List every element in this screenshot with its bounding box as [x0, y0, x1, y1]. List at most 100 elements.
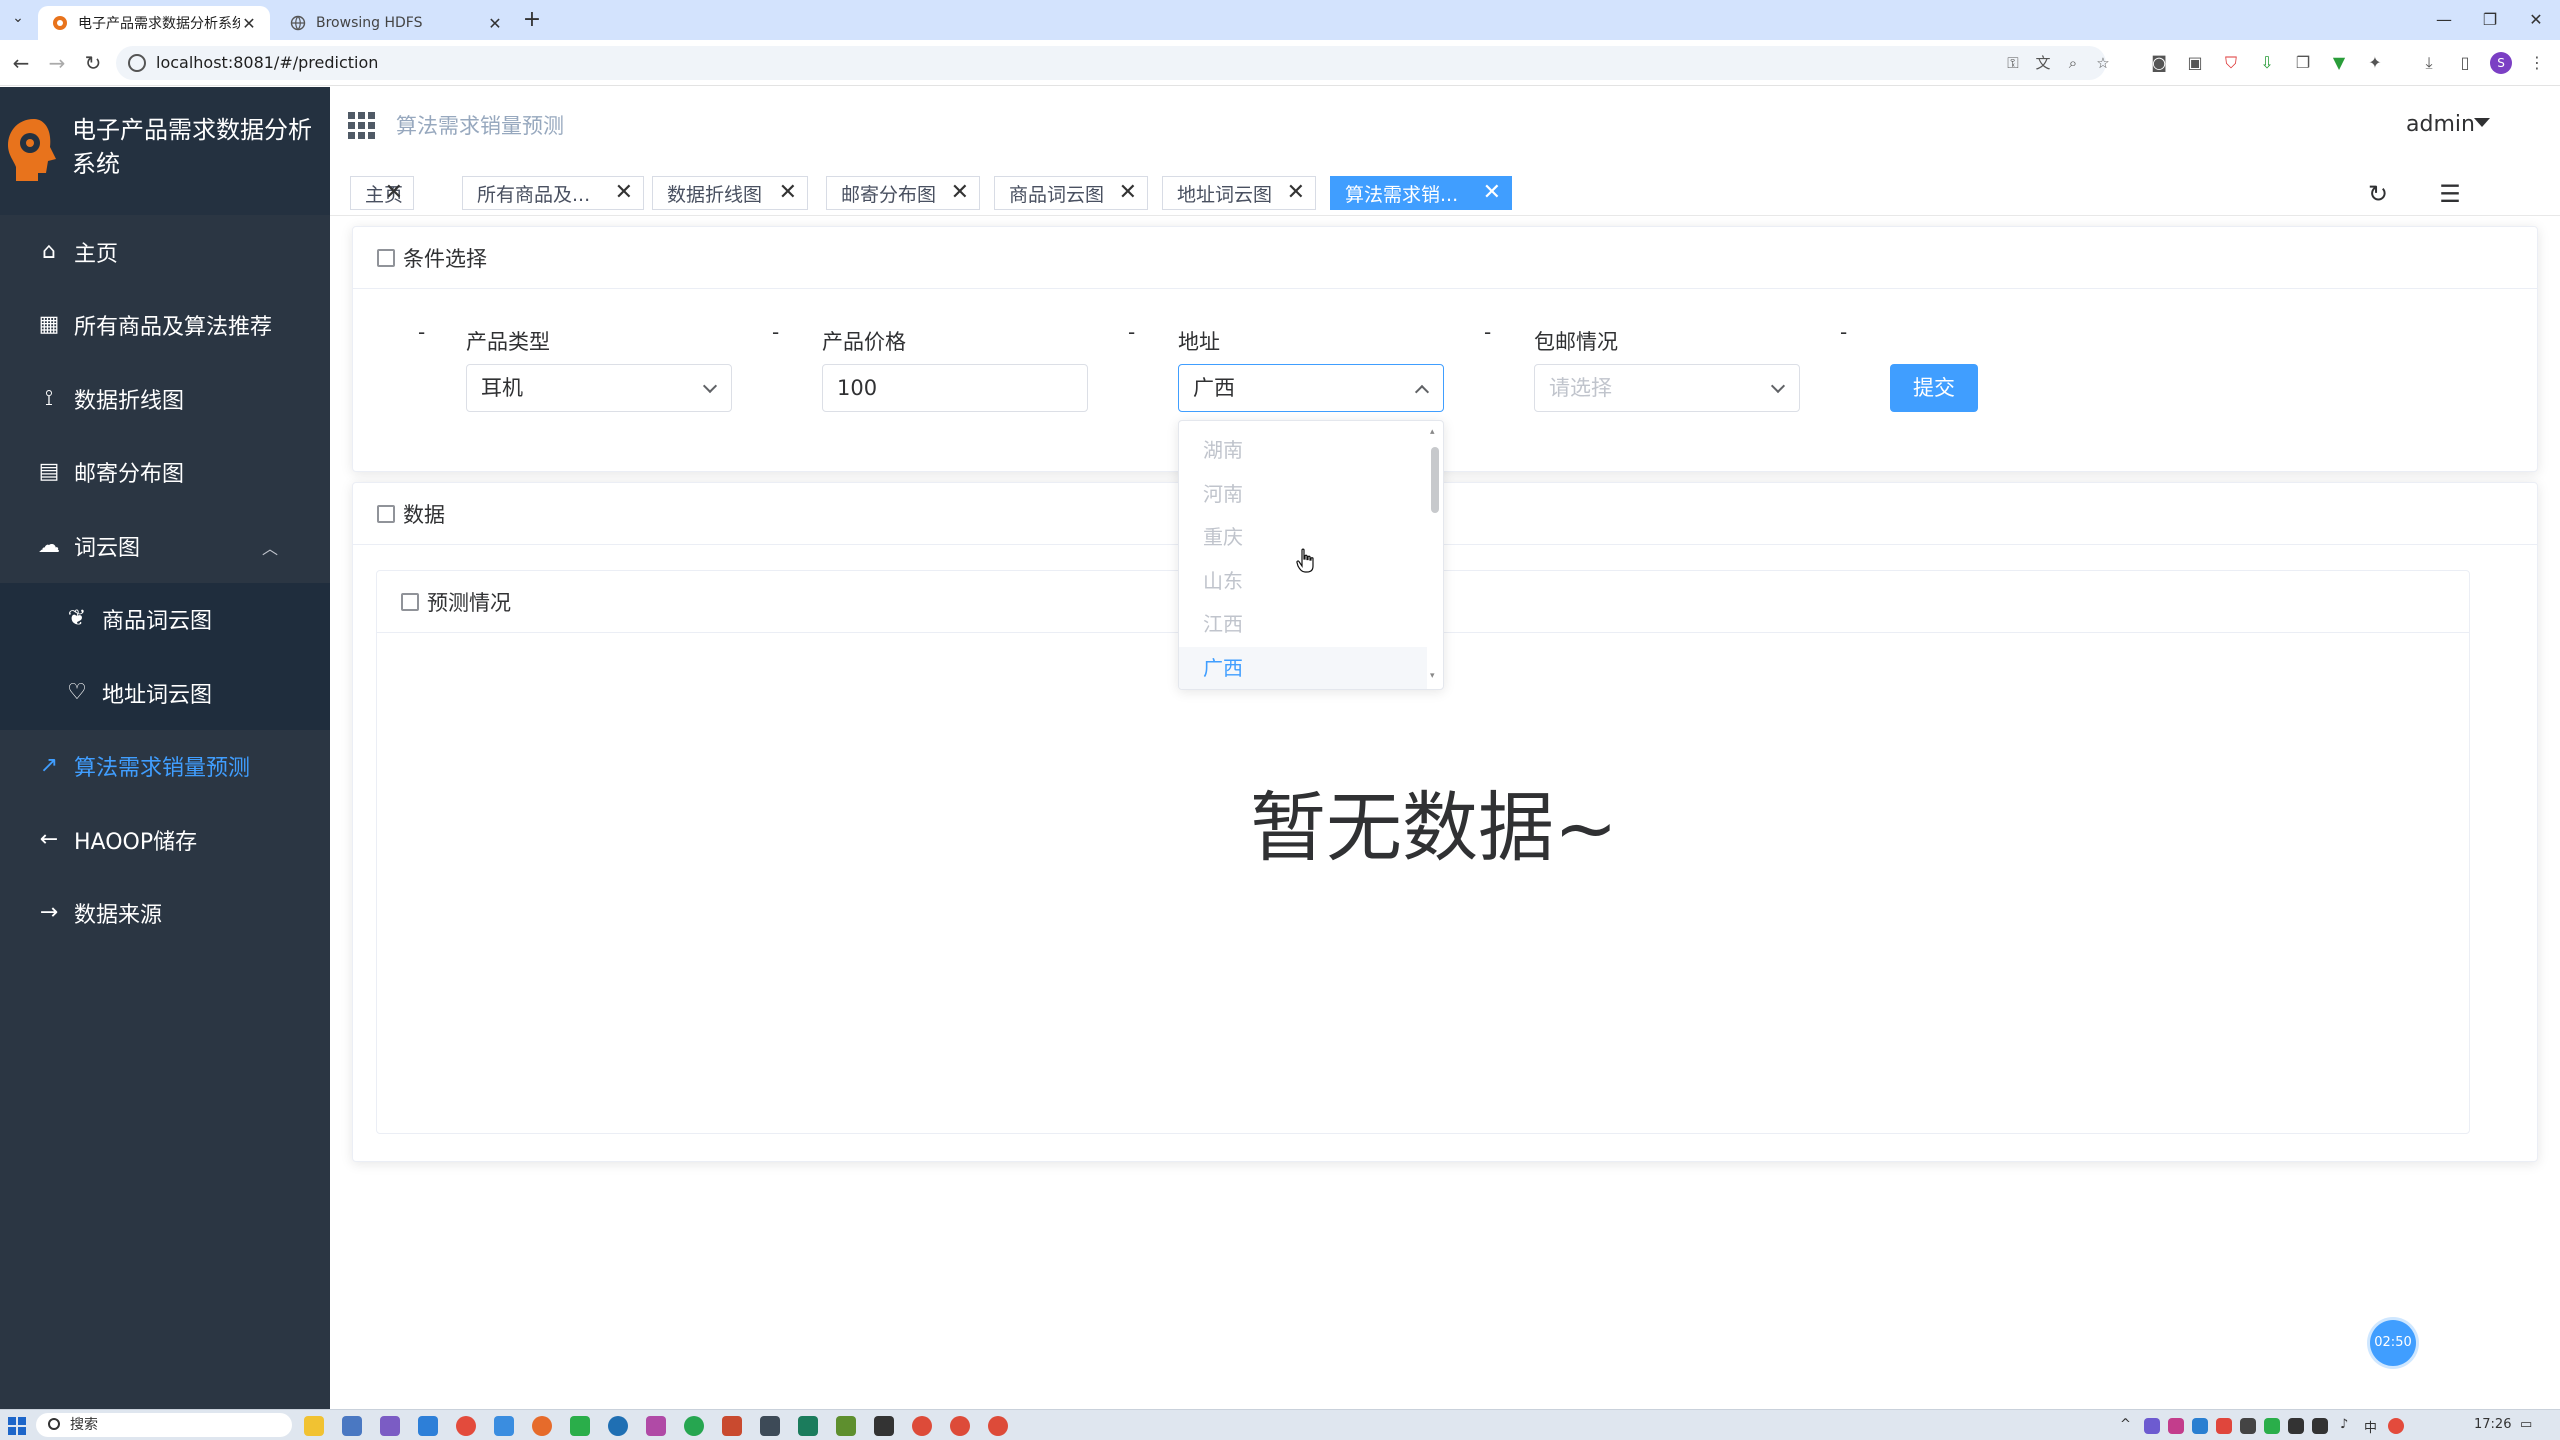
product-price-input[interactable]: 100 [822, 364, 1088, 412]
firefox-taskbar-icon[interactable] [532, 1416, 552, 1436]
back-button[interactable]: ← [8, 50, 34, 76]
chrome-taskbar-icon[interactable] [988, 1416, 1008, 1436]
close-window-button[interactable]: ✕ [2516, 4, 2556, 36]
taskbar-app-icon[interactable] [494, 1416, 514, 1436]
floating-timer-badge[interactable]: 02:50 [2370, 1320, 2416, 1366]
tray-app-icon[interactable] [2312, 1418, 2328, 1434]
tag-prediction[interactable]: 算法需求销... ✕ [1330, 176, 1512, 210]
vue-extension-icon[interactable]: ▼ [2328, 52, 2350, 74]
close-icon[interactable]: ✕ [1119, 180, 1137, 205]
tray-app-icon[interactable] [2192, 1418, 2208, 1434]
sidebar-item-product-wordcloud[interactable]: ❦ 商品词云图 [0, 582, 330, 656]
taskbar-app-icon[interactable] [760, 1416, 780, 1436]
close-icon[interactable]: ✕ [385, 180, 403, 205]
close-icon[interactable]: ✕ [1483, 180, 1501, 205]
close-icon[interactable]: ✕ [779, 180, 797, 205]
sidebar-item-data-source[interactable]: → 数据来源 [0, 876, 330, 950]
browser-menu-icon[interactable]: ⋮ [2526, 52, 2548, 74]
user-menu[interactable]: admin [2406, 112, 2475, 137]
taskbar-app-icon[interactable] [646, 1416, 666, 1436]
taskbar-app-icon[interactable] [342, 1416, 362, 1436]
taskbar-app-icon[interactable] [418, 1416, 438, 1436]
tray-chevron-icon[interactable]: ^ [2120, 1417, 2131, 1432]
tag-home[interactable]: 主页 ✕ [350, 176, 414, 210]
address-bar[interactable]: localhost:8081/#/prediction ⚿ 文 ⌕ ☆ [116, 46, 2110, 80]
tray-app-icon[interactable] [2216, 1418, 2232, 1434]
profile-avatar[interactable]: S [2490, 52, 2512, 74]
image-extension-icon[interactable]: ▣ [2184, 52, 2206, 74]
restore-window-button[interactable]: ❐ [2470, 4, 2510, 36]
reload-button[interactable]: ↻ [80, 50, 106, 76]
dropdown-option[interactable]: 湖南 [1179, 429, 1427, 473]
browser-tab-active[interactable]: 电子产品需求数据分析系统 - 算 ✕ [38, 6, 270, 40]
taskbar-search-box[interactable]: 搜索 [36, 1413, 292, 1437]
wechat-taskbar-icon[interactable] [570, 1416, 590, 1436]
close-icon[interactable]: ✕ [951, 180, 969, 205]
refresh-icon[interactable]: ↻ [2364, 180, 2392, 208]
chrome-taskbar-icon[interactable] [912, 1416, 932, 1436]
taskbar-clock[interactable]: 17:26 [2474, 1417, 2511, 1432]
sidebar-item-home[interactable]: ⌂ 主页 [0, 215, 330, 289]
sidebar-item-hadoop[interactable]: ← HAOOP储存 [0, 803, 330, 877]
password-key-icon[interactable]: ⚿ [2004, 54, 2022, 72]
volume-icon[interactable]: ♪ [2340, 1417, 2348, 1432]
downloads-icon[interactable]: ⤓ [2418, 52, 2440, 74]
tag-line-chart[interactable]: 数据折线图 ✕ [652, 176, 808, 210]
tag-product-wordcloud[interactable]: 商品词云图 ✕ [994, 176, 1148, 210]
submit-button[interactable]: 提交 [1890, 364, 1978, 412]
site-info-icon[interactable] [128, 54, 146, 72]
product-type-select[interactable]: 耳机 [466, 364, 732, 412]
taskbar-app-icon[interactable] [722, 1416, 742, 1436]
camera-extension-icon[interactable]: ◙ [2148, 52, 2170, 74]
taskbar-app-icon[interactable] [608, 1416, 628, 1436]
tray-app-icon[interactable] [2144, 1418, 2160, 1434]
sidebar-item-line-chart[interactable]: ⟟ 数据折线图 [0, 362, 330, 436]
new-tab-button[interactable]: + [520, 8, 544, 32]
tray-app-icon[interactable] [2168, 1418, 2184, 1434]
taskbar-app-icon[interactable] [684, 1416, 704, 1436]
dropdown-option[interactable]: 河南 [1179, 473, 1427, 517]
sidebar-item-wordcloud[interactable]: ☁ 词云图 ︿ [0, 509, 330, 583]
bookmark-star-icon[interactable]: ☆ [2094, 54, 2112, 72]
tag-products[interactable]: 所有商品及... ✕ [462, 176, 644, 210]
dropdown-scrollbar[interactable]: ▴ ▾ [1429, 427, 1439, 681]
sidebar-item-prediction[interactable]: ↗ 算法需求销量预测 [0, 729, 330, 803]
windows-start-icon[interactable] [8, 1417, 26, 1435]
taskbar-app-icon[interactable] [836, 1416, 856, 1436]
sidebar-item-products[interactable]: ▦ 所有商品及算法推荐 [0, 288, 330, 362]
dropdown-option[interactable]: 江西 [1179, 603, 1427, 647]
settings-sliders-icon[interactable]: ☰ [2436, 180, 2464, 208]
translate-icon[interactable]: 文 [2034, 54, 2052, 72]
caret-down-icon[interactable] [2474, 118, 2490, 127]
close-icon[interactable]: ✕ [615, 180, 633, 205]
zoom-icon[interactable]: ⌕ [2064, 54, 2082, 72]
tray-wechat-icon[interactable] [2264, 1418, 2280, 1434]
minimize-window-button[interactable]: — [2424, 4, 2464, 36]
browser-tab-hdfs[interactable]: Browsing HDFS ✕ [276, 6, 516, 40]
copy-extension-icon[interactable]: ❐ [2292, 52, 2314, 74]
tab-search-icon[interactable]: ⌄ [8, 10, 28, 30]
scroll-up-arrow-icon[interactable]: ▴ [1430, 427, 1435, 437]
taskbar-app-icon[interactable] [798, 1416, 818, 1436]
close-tab-icon[interactable]: ✕ [240, 14, 258, 33]
tray-app-icon[interactable] [2240, 1418, 2256, 1434]
close-tab-icon[interactable]: ✕ [486, 14, 504, 33]
tray-app-icon[interactable] [2388, 1418, 2404, 1434]
forward-button[interactable]: → [44, 50, 70, 76]
chrome-taskbar-icon[interactable] [950, 1416, 970, 1436]
puzzle-extension-icon[interactable]: ✦ [2364, 52, 2386, 74]
shield-extension-icon[interactable]: ⛉ [2220, 52, 2242, 74]
notification-icon[interactable]: ▭ [2520, 1417, 2532, 1432]
taskbar-app-icon[interactable] [380, 1416, 400, 1436]
address-select[interactable]: 广西 [1178, 364, 1444, 412]
shipping-select[interactable]: 请选择 [1534, 364, 1800, 412]
close-icon[interactable]: ✕ [1287, 180, 1305, 205]
dropdown-option-selected[interactable]: 广西 [1179, 646, 1427, 689]
file-explorer-icon[interactable] [304, 1416, 324, 1436]
side-panel-icon[interactable]: ▯ [2454, 52, 2476, 74]
download-extension-icon[interactable]: ⇩ [2256, 52, 2278, 74]
tray-app-icon[interactable] [2288, 1418, 2304, 1434]
tag-shipping-map[interactable]: 邮寄分布图 ✕ [826, 176, 980, 210]
tag-address-wordcloud[interactable]: 地址词云图 ✕ [1162, 176, 1316, 210]
hamburger-grid-icon[interactable] [348, 112, 376, 140]
